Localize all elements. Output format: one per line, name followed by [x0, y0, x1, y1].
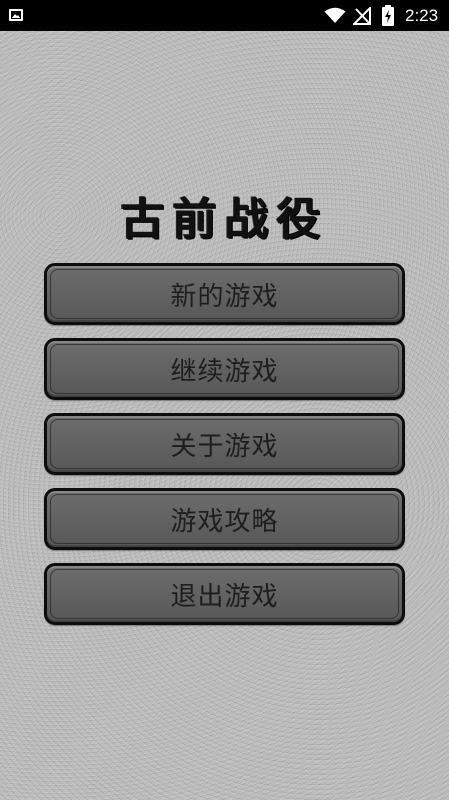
image-notification-icon	[9, 9, 23, 21]
menu-button-label: 游戏攻略	[170, 506, 279, 537]
status-bar: 2:23	[0, 0, 449, 31]
game-guide-button[interactable]: 游戏攻略	[44, 488, 405, 550]
new-game-button[interactable]: 新的游戏	[44, 263, 405, 325]
menu-button-label: 新的游戏	[170, 281, 279, 312]
menu-button-label: 关于游戏	[170, 431, 279, 462]
about-game-button[interactable]: 关于游戏	[44, 413, 405, 475]
exit-game-button[interactable]: 退出游戏	[44, 563, 405, 625]
no-sim-signal-icon	[353, 7, 371, 25]
wifi-icon	[324, 7, 346, 23]
menu-button-label: 退出游戏	[170, 581, 279, 612]
battery-charging-icon	[382, 5, 394, 26]
status-clock: 2:23	[405, 6, 439, 25]
game-main-menu-screen: 2:23 古前战役 新的游戏 继续游戏 关于游戏 游戏攻略 退出游戏	[0, 0, 449, 800]
menu-button-label: 继续游戏	[170, 356, 279, 387]
continue-game-button[interactable]: 继续游戏	[44, 338, 405, 400]
game-title: 古前战役	[120, 194, 329, 245]
